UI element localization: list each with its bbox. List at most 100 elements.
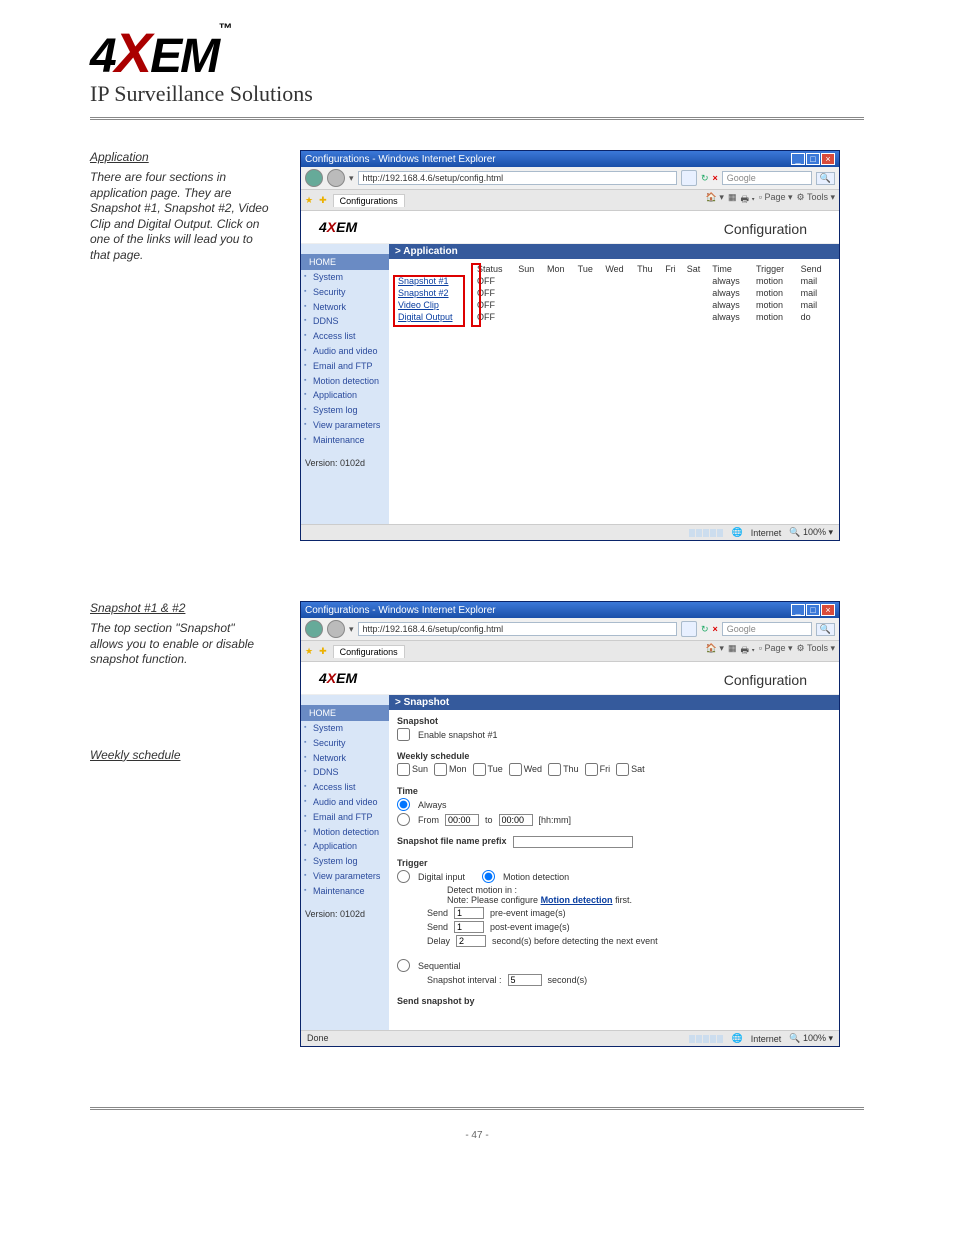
forward-button[interactable] bbox=[327, 620, 345, 638]
zoom-icon[interactable]: 🔍 100% ▾ bbox=[789, 1033, 833, 1044]
url-bar[interactable]: http://192.168.4.6/setup/config.html bbox=[358, 171, 677, 185]
delay-input[interactable] bbox=[456, 935, 486, 947]
sidebar-home[interactable]: HOME bbox=[301, 254, 389, 270]
day-checkbox[interactable] bbox=[585, 763, 598, 776]
time-always-radio[interactable] bbox=[397, 798, 410, 811]
go-button[interactable] bbox=[681, 621, 697, 637]
search-box[interactable]: Google bbox=[722, 622, 812, 636]
day-checkbox[interactable] bbox=[509, 763, 522, 776]
favorites-icon[interactable]: ★ bbox=[305, 195, 313, 206]
page-menu[interactable]: ▫ Page ▾ bbox=[759, 192, 793, 208]
home-icon[interactable]: 🏠 ▾ bbox=[706, 192, 724, 208]
search-box[interactable]: Google bbox=[722, 171, 812, 185]
sidebar-item[interactable]: Motion detection bbox=[301, 825, 389, 840]
feeds-icon[interactable]: ▦ bbox=[728, 643, 737, 659]
sidebar-item[interactable]: Maintenance bbox=[301, 433, 389, 448]
stop-icon[interactable]: × bbox=[713, 624, 718, 634]
window-maximize-icon[interactable]: □ bbox=[806, 604, 820, 616]
sidebar-item[interactable]: Email and FTP bbox=[301, 810, 389, 825]
sidebar-item[interactable]: Motion detection bbox=[301, 374, 389, 389]
window-maximize-icon[interactable]: □ bbox=[806, 153, 820, 165]
window-close-icon[interactable]: × bbox=[821, 604, 835, 616]
sidebar-item[interactable]: View parameters bbox=[301, 869, 389, 884]
sidebar-item[interactable]: Maintenance bbox=[301, 884, 389, 899]
day-checkbox[interactable] bbox=[434, 763, 447, 776]
window-minimize-icon[interactable]: _ bbox=[791, 604, 805, 616]
sidebar-item[interactable]: Email and FTP bbox=[301, 359, 389, 374]
day-checkbox[interactable] bbox=[397, 763, 410, 776]
stop-icon[interactable]: × bbox=[713, 173, 718, 183]
back-button[interactable] bbox=[305, 620, 323, 638]
print-icon[interactable]: 🖶 ▾ bbox=[740, 192, 754, 208]
sidebar-item[interactable]: Audio and video bbox=[301, 795, 389, 810]
pre-event-input[interactable] bbox=[454, 907, 484, 919]
feeds-icon[interactable]: ▦ bbox=[728, 192, 737, 208]
day-checkbox[interactable] bbox=[473, 763, 486, 776]
window-title: Configurations - Windows Internet Explor… bbox=[305, 154, 496, 165]
tools-menu[interactable]: ⚙ Tools ▾ bbox=[797, 192, 835, 208]
sidebar-item[interactable]: Access list bbox=[301, 780, 389, 795]
sidebar-item[interactable]: DDNS bbox=[301, 314, 389, 329]
ie-tabbar: ★ ✚ Configurations 🏠 ▾ ▦ 🖶 ▾ ▫ Page ▾ ⚙ … bbox=[301, 641, 839, 662]
from-input[interactable] bbox=[445, 814, 479, 826]
sequential-radio[interactable] bbox=[397, 959, 410, 972]
forward-button[interactable] bbox=[327, 169, 345, 187]
home-icon[interactable]: 🏠 ▾ bbox=[706, 643, 724, 659]
day-checkbox[interactable] bbox=[616, 763, 629, 776]
sidebar-item[interactable]: System log bbox=[301, 403, 389, 418]
sidebar-item[interactable]: View parameters bbox=[301, 418, 389, 433]
page-menu[interactable]: ▫ Page ▾ bbox=[759, 643, 793, 659]
send-cell: mail bbox=[798, 299, 833, 311]
window-minimize-icon[interactable]: _ bbox=[791, 153, 805, 165]
browser-tab[interactable]: Configurations bbox=[333, 194, 405, 207]
table-header: Thu bbox=[634, 263, 662, 275]
trigger-digital-radio[interactable] bbox=[397, 870, 410, 883]
add-favorite-icon[interactable]: ✚ bbox=[319, 195, 327, 206]
screenshot-application: Configurations - Windows Internet Explor… bbox=[300, 150, 840, 541]
sidebar-item[interactable]: System log bbox=[301, 854, 389, 869]
search-icon[interactable]: 🔍 bbox=[816, 172, 835, 185]
time-range-radio[interactable] bbox=[397, 813, 410, 826]
sidebar-item[interactable]: Audio and video bbox=[301, 344, 389, 359]
motion-detection-link[interactable]: Motion detection bbox=[541, 895, 613, 905]
sidebar-item[interactable]: Security bbox=[301, 285, 389, 300]
refresh-icon[interactable]: ↻ bbox=[701, 624, 709, 635]
back-button[interactable] bbox=[305, 169, 323, 187]
sidebar-item[interactable]: System bbox=[301, 270, 389, 285]
browser-tab[interactable]: Configurations bbox=[333, 645, 405, 658]
sidebar-item[interactable]: Network bbox=[301, 300, 389, 315]
post-event-input[interactable] bbox=[454, 921, 484, 933]
digital-input-label: Digital input bbox=[418, 872, 465, 882]
trigger-motion-radio[interactable] bbox=[482, 870, 495, 883]
sidebar-home[interactable]: HOME bbox=[301, 705, 389, 721]
search-icon[interactable]: 🔍 bbox=[816, 623, 835, 636]
sidebar-item[interactable]: Access list bbox=[301, 329, 389, 344]
sidebar-item[interactable]: System bbox=[301, 721, 389, 736]
sidebar-item[interactable]: Security bbox=[301, 736, 389, 751]
sidebar-item[interactable]: Network bbox=[301, 751, 389, 766]
sequential-label: Sequential bbox=[418, 961, 461, 971]
sidebar-item[interactable]: Application bbox=[301, 388, 389, 403]
print-icon[interactable]: 🖶 ▾ bbox=[740, 643, 754, 659]
enable-snapshot-label: Enable snapshot #1 bbox=[418, 730, 498, 740]
prefix-input[interactable] bbox=[513, 836, 633, 848]
go-button[interactable] bbox=[681, 170, 697, 186]
add-favorite-icon[interactable]: ✚ bbox=[319, 646, 327, 657]
day-checkbox[interactable] bbox=[548, 763, 561, 776]
favorites-icon[interactable]: ★ bbox=[305, 646, 313, 657]
send-by-title: Send snapshot by bbox=[397, 996, 831, 1006]
window-title: Configurations - Windows Internet Explor… bbox=[305, 605, 496, 616]
enable-snapshot-checkbox[interactable] bbox=[397, 728, 410, 741]
interval-input[interactable] bbox=[508, 974, 542, 986]
to-input[interactable] bbox=[499, 814, 533, 826]
refresh-icon[interactable]: ↻ bbox=[701, 173, 709, 184]
logo: 4XEM™ IP Surveillance Solutions bbox=[90, 20, 954, 107]
sidebar-item[interactable]: Application bbox=[301, 839, 389, 854]
url-bar[interactable]: http://192.168.4.6/setup/config.html bbox=[358, 622, 677, 636]
sidebar-item[interactable]: DDNS bbox=[301, 765, 389, 780]
tools-menu[interactable]: ⚙ Tools ▾ bbox=[797, 643, 835, 659]
zoom-icon[interactable]: 🔍 100% ▾ bbox=[789, 527, 833, 538]
note-suffix: first. bbox=[613, 895, 633, 905]
note-prefix: Note: Please configure bbox=[447, 895, 541, 905]
window-close-icon[interactable]: × bbox=[821, 153, 835, 165]
